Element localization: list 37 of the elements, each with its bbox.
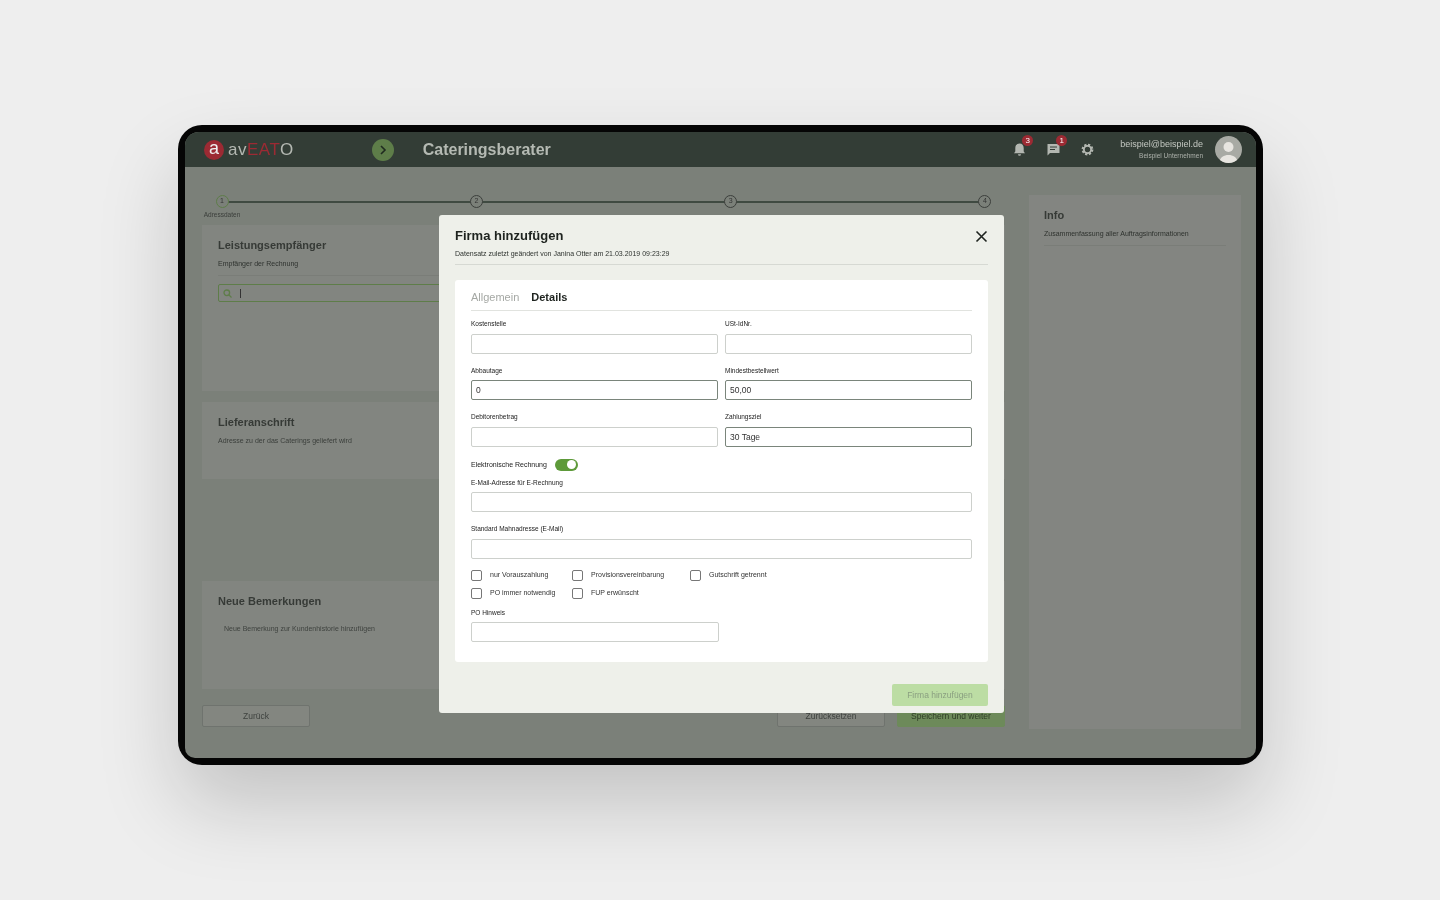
page-title: Cateringsberater [422, 139, 551, 160]
input-field[interactable]: 0 [471, 380, 718, 401]
input-field[interactable] [471, 492, 972, 513]
checkbox[interactable] [690, 569, 701, 581]
input-field[interactable] [471, 622, 719, 643]
input-field[interactable] [471, 333, 718, 354]
count-badge: 3 [1022, 135, 1034, 146]
input-field[interactable] [471, 538, 972, 559]
checkbox[interactable] [572, 587, 583, 599]
checkbox[interactable] [471, 569, 482, 581]
settings-icon[interactable] [1080, 142, 1096, 157]
input-field[interactable]: 50,00 [725, 380, 972, 401]
toggle-switch[interactable] [554, 458, 578, 471]
logo-text: avEATO [228, 138, 294, 161]
card-title: Lieferanschrift [218, 415, 295, 430]
close-icon [975, 230, 988, 243]
next-button[interactable] [371, 138, 394, 161]
user-email: beispiel@beispiel.de [1120, 137, 1203, 151]
back-button[interactable]: Zurück [202, 705, 310, 727]
count-badge: 1 [1056, 135, 1068, 146]
search-icon [223, 288, 232, 298]
info-title: Info [1044, 208, 1065, 223]
chat-icon[interactable] [1046, 142, 1062, 157]
chevron-right-icon [378, 144, 387, 155]
logo-mark: a [204, 139, 224, 160]
close-button[interactable] [975, 230, 988, 243]
card-title: Leistungsempfänger [218, 238, 327, 253]
tab[interactable]: Allgemein [471, 290, 530, 305]
input-field[interactable]: 30 Tage [725, 426, 972, 447]
checkbox[interactable] [471, 587, 482, 599]
avatar[interactable] [1215, 136, 1242, 163]
tab[interactable]: Details [531, 290, 578, 305]
input-field[interactable] [725, 333, 972, 354]
dialog-title: Firma hinzufügen [455, 228, 565, 244]
input-field[interactable] [471, 426, 718, 447]
card-title: Neue Bemerkungen [218, 594, 322, 609]
checkbox[interactable] [572, 569, 583, 581]
